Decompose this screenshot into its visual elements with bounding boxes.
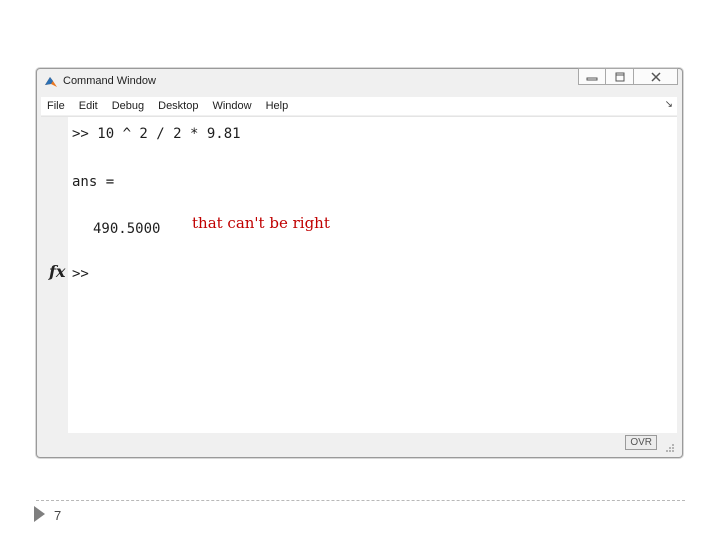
resize-grip-icon[interactable] bbox=[665, 443, 675, 453]
minimize-icon[interactable] bbox=[578, 68, 606, 85]
title-bar[interactable]: Command Window bbox=[37, 68, 682, 95]
close-icon[interactable] bbox=[634, 68, 678, 85]
menu-bar: File Edit Debug Desktop Window Help ↘ bbox=[41, 97, 677, 115]
window-controls bbox=[578, 68, 678, 85]
command-window: Command Window File Edit Debug Desktop W… bbox=[36, 68, 683, 458]
command-line: >> 10 ^ 2 / 2 * 9.81 bbox=[72, 126, 241, 142]
menu-desktop[interactable]: Desktop bbox=[151, 97, 205, 115]
status-bar: OVR bbox=[41, 433, 677, 455]
result-value: 490.5000 bbox=[93, 221, 161, 237]
page-number: 7 bbox=[54, 508, 62, 523]
ovr-indicator: OVR bbox=[625, 435, 657, 450]
command-prompt[interactable]: >> bbox=[72, 266, 89, 282]
annotation-text: that can't be right bbox=[192, 214, 330, 232]
footer-divider bbox=[36, 500, 685, 501]
bullet-arrow-icon bbox=[34, 506, 45, 522]
menu-window[interactable]: Window bbox=[205, 97, 258, 115]
restore-icon[interactable] bbox=[606, 68, 634, 85]
menu-edit[interactable]: Edit bbox=[72, 97, 105, 115]
menu-debug[interactable]: Debug bbox=[105, 97, 151, 115]
menu-file[interactable]: File bbox=[41, 97, 72, 115]
chevron-icon[interactable]: ↘ bbox=[665, 99, 673, 110]
result-label: ans = bbox=[72, 174, 115, 190]
fx-icon[interactable]: fx bbox=[49, 262, 65, 281]
console-area[interactable]: >> 10 ^ 2 / 2 * 9.81 ans = 490.5000 fx >… bbox=[41, 116, 677, 433]
menu-help[interactable]: Help bbox=[259, 97, 296, 115]
window-title: Command Window bbox=[63, 75, 156, 87]
matlab-logo-icon bbox=[45, 77, 57, 87]
